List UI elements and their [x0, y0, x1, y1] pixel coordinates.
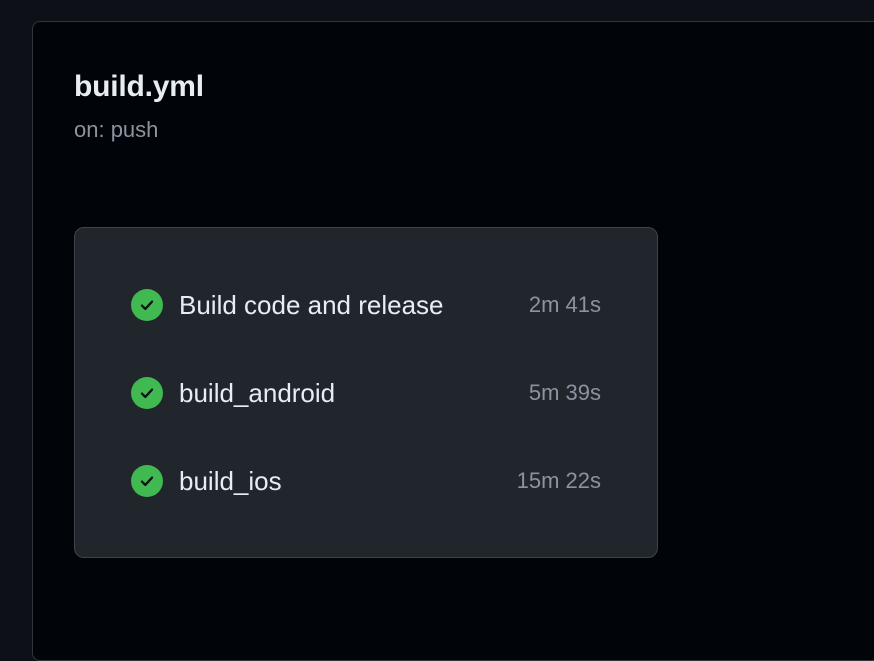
job-name: Build code and release — [179, 289, 444, 320]
job-item-build-code-and-release[interactable]: Build code and release 2m 41s — [131, 285, 601, 325]
job-name: build_ios — [179, 465, 282, 496]
workflow-file-name[interactable]: build.yml — [74, 70, 204, 104]
job-item-build-android[interactable]: build_android 5m 39s — [131, 373, 601, 413]
check-circle-icon — [131, 377, 163, 409]
jobs-card: Build code and release 2m 41s build_andr… — [74, 227, 658, 558]
check-circle-icon — [131, 465, 163, 497]
job-duration: 5m 39s — [528, 380, 601, 405]
job-name: build_android — [179, 377, 336, 408]
job-item-build-ios[interactable]: build_ios 15m 22s — [131, 461, 601, 501]
check-circle-icon — [131, 289, 163, 321]
workflow-trigger: on: push — [74, 117, 159, 142]
job-duration: 2m 41s — [528, 292, 601, 317]
job-duration: 15m 22s — [516, 468, 601, 493]
